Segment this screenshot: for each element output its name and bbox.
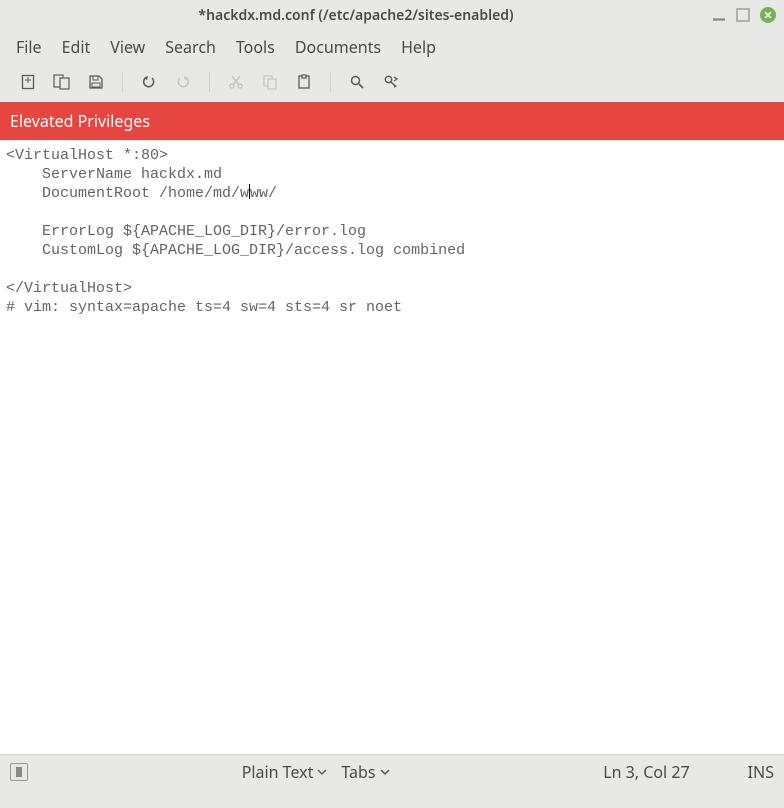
menu-file[interactable]: File xyxy=(8,34,50,60)
open-document-icon[interactable] xyxy=(48,68,76,96)
side-panel-toggle-icon[interactable] xyxy=(10,763,28,781)
menu-edit[interactable]: Edit xyxy=(54,34,99,60)
close-button[interactable] xyxy=(760,7,776,23)
menu-search[interactable]: Search xyxy=(157,34,224,60)
window-title: *hackdx.md.conf (/etc/apache2/sites-enab… xyxy=(8,6,704,25)
toolbar-separator xyxy=(122,72,123,92)
menu-view[interactable]: View xyxy=(102,34,153,60)
menu-help[interactable]: Help xyxy=(393,34,444,60)
privileges-banner: Elevated Privileges xyxy=(0,102,784,140)
new-document-icon[interactable] xyxy=(14,68,42,96)
text-editor-area[interactable]: <VirtualHost *:80> ServerName hackdx.md … xyxy=(0,140,784,754)
insert-mode[interactable]: INS xyxy=(748,761,774,783)
maximize-button[interactable] xyxy=(734,6,752,24)
minimize-button[interactable] xyxy=(710,6,728,24)
toolbar-separator xyxy=(330,72,331,92)
title-bar: *hackdx.md.conf (/etc/apache2/sites-enab… xyxy=(0,0,784,30)
toolbar-separator xyxy=(209,72,210,92)
toolbar xyxy=(0,62,784,102)
menu-tools[interactable]: Tools xyxy=(228,34,283,60)
search-icon[interactable] xyxy=(343,68,371,96)
menu-bar: File Edit View Search Tools Documents He… xyxy=(0,30,784,62)
syntax-dropdown[interactable]: Plain Text xyxy=(242,761,328,783)
status-bar: Plain Text Tabs Ln 3, Col 27 INS xyxy=(0,754,784,788)
cut-icon xyxy=(222,68,250,96)
find-replace-icon[interactable] xyxy=(377,68,405,96)
indent-label: Tabs xyxy=(341,761,375,783)
undo-icon[interactable] xyxy=(135,68,163,96)
chevron-down-icon xyxy=(317,767,327,777)
editor-content[interactable]: <VirtualHost *:80> ServerName hackdx.md … xyxy=(0,140,784,323)
paste-icon[interactable] xyxy=(290,68,318,96)
indent-dropdown[interactable]: Tabs xyxy=(341,761,389,783)
redo-icon xyxy=(169,68,197,96)
cursor-position: Ln 3, Col 27 xyxy=(603,761,689,783)
copy-icon xyxy=(256,68,284,96)
chevron-down-icon xyxy=(380,767,390,777)
menu-documents[interactable]: Documents xyxy=(287,34,389,60)
syntax-label: Plain Text xyxy=(242,761,314,783)
save-icon[interactable] xyxy=(82,68,110,96)
